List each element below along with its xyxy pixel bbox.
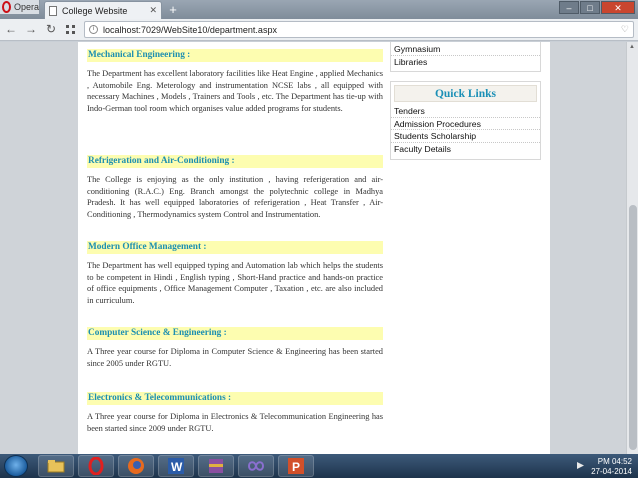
firefox-icon: [128, 458, 144, 474]
section-heading: Modern Office Management :: [87, 241, 383, 254]
quick-link-faculty-details[interactable]: Faculty Details: [391, 143, 540, 156]
section-heading: Computer Science & Engineering :: [87, 327, 383, 340]
scrollbar-thumb[interactable]: [629, 205, 637, 450]
page-content: Mechanical Engineering : The Department …: [78, 42, 550, 454]
section-office-management: Modern Office Management : The Departmen…: [87, 241, 383, 306]
opera-logo-icon: [2, 1, 11, 13]
opera-menu-label: Opera: [13, 2, 39, 12]
tab-college-website[interactable]: College Website ✕: [44, 1, 162, 19]
quick-link-tenders[interactable]: Tenders: [391, 105, 540, 118]
section-electronics: Electronics & Telecommunications : A Thr…: [87, 392, 383, 434]
taskbar-visual-studio-icon[interactable]: [238, 455, 274, 477]
section-body: A Three year course for Diploma in Elect…: [87, 412, 383, 433]
windows-taskbar: W P PM 04:52 27-04-2014: [0, 454, 638, 478]
clock-date: 27-04-2014: [591, 467, 632, 476]
bookmark-heart-icon[interactable]: ♡: [621, 24, 629, 35]
close-window-button[interactable]: ✕: [601, 1, 635, 14]
section-body: The College is enjoying as the only inst…: [87, 175, 383, 219]
forward-arrow-icon[interactable]: →: [24, 22, 38, 36]
taskbar-powerpoint-icon[interactable]: P: [278, 455, 314, 477]
quick-link-students-scholarship[interactable]: Students Scholarship: [391, 130, 540, 143]
sidebar-item-libraries[interactable]: Libraries: [391, 56, 540, 69]
opera-menu-button[interactable]: Opera: [0, 0, 40, 14]
infinity-icon: [247, 461, 265, 471]
section-body: The Department has excellent laboratory …: [87, 69, 383, 113]
taskbar-opera-icon[interactable]: [78, 455, 114, 477]
address-bar[interactable]: i localhost:7029/WebSite10/department.as…: [84, 21, 634, 38]
back-arrow-icon[interactable]: ←: [4, 22, 18, 36]
section-body: The Department has well equipped typing …: [87, 261, 383, 305]
scroll-up-arrow-icon[interactable]: ▲: [629, 44, 635, 50]
quick-link-admission-procedures[interactable]: Admission Procedures: [391, 118, 540, 130]
page-viewport: Mechanical Engineering : The Department …: [0, 42, 626, 454]
quick-links-list: Tenders Admission Procedures Students Sc…: [391, 105, 540, 155]
minimize-button[interactable]: –: [559, 1, 579, 14]
taskbar-explorer-icon[interactable]: [38, 455, 74, 477]
taskbar-firefox-icon[interactable]: [118, 455, 154, 477]
taskbar-word-icon[interactable]: W: [158, 455, 194, 477]
page-icon: [49, 5, 57, 16]
clock-time: PM 04:52: [597, 457, 632, 466]
svg-text:W: W: [171, 460, 183, 474]
start-button[interactable]: [4, 455, 28, 477]
section-computer-science: Computer Science & Engineering : A Three…: [87, 327, 383, 369]
archive-icon: [209, 459, 223, 473]
window-controls: – □ ✕: [559, 1, 635, 14]
section-body: A Three year course for Diploma in Compu…: [87, 347, 383, 368]
section-refrigeration: Refrigeration and Air-Conditioning : The…: [87, 155, 383, 220]
section-heading: Mechanical Engineering :: [87, 49, 383, 62]
folder-icon: [47, 460, 65, 473]
maximize-button[interactable]: □: [580, 1, 600, 14]
word-icon: W: [168, 458, 184, 474]
section-heading: Refrigeration and Air-Conditioning :: [87, 155, 383, 168]
notification-flag-icon[interactable]: [577, 462, 584, 469]
svg-text:P: P: [292, 460, 300, 474]
navigation-bar: ← → ↻ i localhost:7029/WebSite10/departm…: [0, 19, 638, 41]
browser-titlebar: Opera College Website ✕ + – □ ✕: [0, 0, 638, 19]
section-heading: Electronics & Telecommunications :: [87, 392, 383, 405]
speed-dial-icon[interactable]: [66, 25, 75, 34]
new-tab-button[interactable]: +: [166, 3, 180, 17]
taskbar-winrar-icon[interactable]: [198, 455, 234, 477]
vertical-scrollbar[interactable]: ▲: [626, 42, 638, 454]
system-clock[interactable]: PM 04:52 27-04-2014: [591, 457, 632, 477]
sidebar-item-gymnasium[interactable]: Gymnasium: [391, 43, 540, 56]
reload-icon[interactable]: ↻: [44, 22, 58, 36]
facilities-list: Gymnasium Libraries: [390, 42, 541, 72]
site-info-icon[interactable]: i: [89, 25, 98, 34]
powerpoint-icon: P: [288, 458, 304, 474]
tab-title: College Website: [62, 5, 128, 16]
tab-close-icon[interactable]: ✕: [149, 5, 157, 16]
section-mechanical: Mechanical Engineering : The Department …: [87, 49, 383, 114]
opera-icon: [88, 457, 104, 475]
quick-links-box: Quick Links Tenders Admission Procedures…: [390, 81, 541, 160]
url-text: localhost:7029/WebSite10/department.aspx: [103, 24, 277, 35]
quick-links-title: Quick Links: [394, 85, 537, 102]
